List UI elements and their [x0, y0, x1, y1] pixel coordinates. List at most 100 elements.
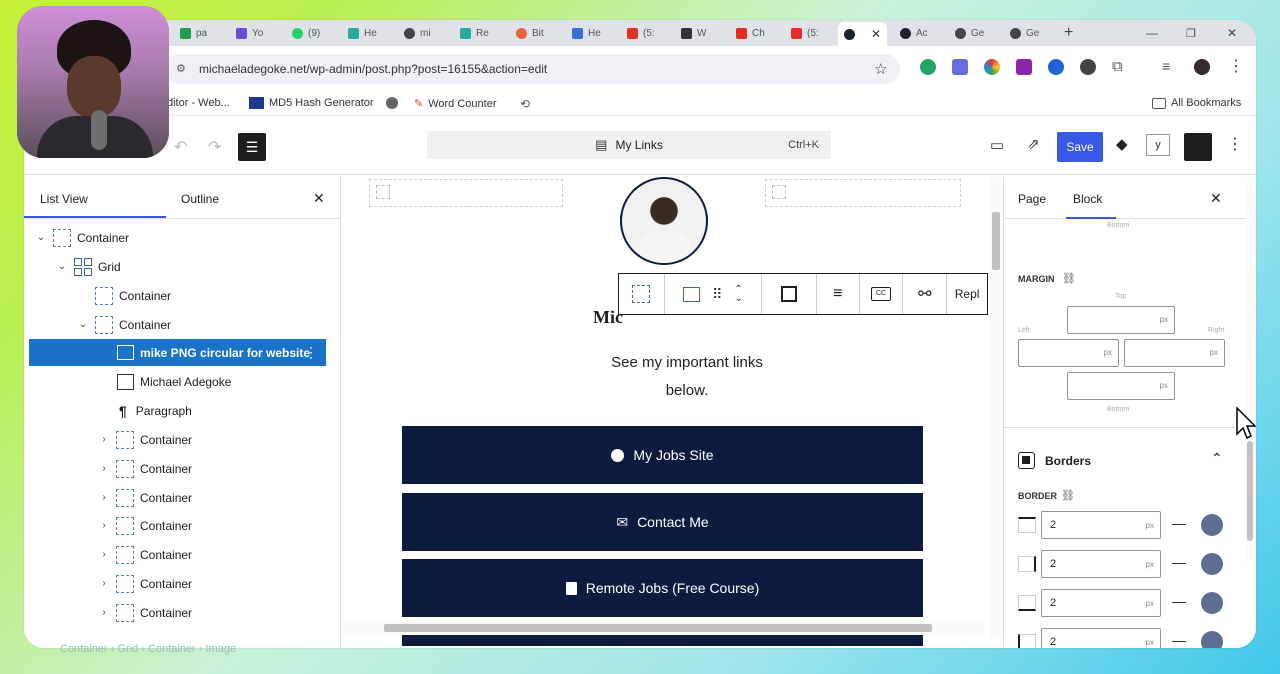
list-item[interactable]: Container [29, 282, 326, 309]
close-panel-icon[interactable]: ✕ [313, 190, 325, 207]
contact-me-button[interactable]: ✉ Contact Me [402, 493, 923, 551]
border-color-swatch[interactable] [1201, 514, 1223, 536]
tab-outline[interactable]: Outline [181, 192, 219, 206]
extension-blue-icon[interactable] [1048, 59, 1064, 75]
reading-list-icon[interactable]: ≡ [1162, 58, 1170, 74]
browser-tab[interactable]: Yo [236, 24, 263, 42]
tab-block[interactable]: Block [1073, 192, 1102, 206]
border-color-swatch[interactable] [1201, 592, 1223, 614]
browser-tab[interactable]: Ge [1010, 24, 1039, 42]
chevron-down-icon[interactable]: ⌄ [77, 319, 89, 330]
empty-container-placeholder[interactable] [369, 179, 563, 207]
caption-button[interactable]: CC [860, 274, 904, 314]
scroll-thumb[interactable] [992, 212, 1000, 270]
chevron-right-icon[interactable]: › [98, 578, 110, 589]
new-tab-icon[interactable]: + [1064, 24, 1073, 42]
save-button[interactable]: Save [1057, 132, 1103, 162]
chevron-down-icon[interactable]: ⌄ [56, 261, 68, 272]
scroll-thumb[interactable] [1247, 441, 1253, 541]
undo-icon[interactable]: ↶ [174, 137, 187, 157]
chevron-right-icon[interactable]: › [98, 492, 110, 503]
browser-tab[interactable]: Re [460, 24, 489, 42]
list-item[interactable]: › Container [29, 484, 326, 511]
restore-icon[interactable]: ❐ [1186, 24, 1196, 42]
list-item-selected[interactable]: mike PNG circular for website ⋮ [29, 339, 326, 366]
browser-tab[interactable]: He [348, 24, 377, 42]
item-options-icon[interactable]: ⋮ [304, 344, 318, 361]
intro-paragraph[interactable]: See my important links below. [542, 349, 832, 405]
chevron-right-icon[interactable]: › [98, 463, 110, 474]
browser-tab[interactable]: W [681, 24, 706, 42]
empty-container-placeholder[interactable] [765, 179, 961, 207]
browser-menu-icon[interactable]: ⋮ [1228, 56, 1244, 76]
browser-tab[interactable]: Bit [516, 24, 544, 42]
move-up-down-icon[interactable]: ⌃ ⌄ [734, 285, 742, 304]
extension-k-icon[interactable] [1080, 59, 1096, 75]
options-menu-icon[interactable]: ⋮ [1227, 134, 1243, 154]
settings-sidebar-icon[interactable] [1184, 133, 1212, 161]
list-item[interactable]: › Container [29, 512, 326, 539]
scroll-thumb[interactable] [384, 624, 932, 632]
browser-tab[interactable]: (5: [627, 24, 655, 42]
list-item[interactable]: ⌄ Container [29, 311, 326, 338]
replace-image-button[interactable] [762, 274, 817, 314]
browser-tab-active[interactable]: ✕ [838, 22, 888, 46]
color-picker-icon[interactable] [984, 59, 1000, 75]
list-item[interactable]: ⌄ Container [29, 224, 326, 251]
border-style-icon[interactable]: — [1170, 516, 1188, 533]
minimize-icon[interactable]: — [1146, 24, 1158, 42]
bookmark-item[interactable]: ditor - Web... [167, 97, 230, 109]
device-preview-icon[interactable]: ▭ [990, 136, 1004, 154]
list-item[interactable]: ¶ Paragraph [29, 397, 326, 424]
extension-s-icon[interactable] [1016, 59, 1032, 75]
border-left-width-input[interactable]: 2 px [1041, 628, 1161, 648]
omnibox[interactable]: ⚙ michaeladegoke.net/wp-admin/post.php?p… [164, 54, 900, 84]
list-item[interactable]: › Container [29, 541, 326, 568]
browser-tab[interactable]: He [572, 24, 601, 42]
browser-tab[interactable]: pa [180, 24, 207, 42]
chevron-right-icon[interactable]: › [98, 520, 110, 531]
bookmark-item[interactable]: ✎ Word Counter [414, 97, 497, 111]
margin-right-input[interactable]: px [1124, 339, 1225, 367]
horizontal-scrollbar[interactable] [344, 621, 984, 635]
close-window-icon[interactable]: ✕ [1227, 24, 1237, 42]
image-icon[interactable] [683, 286, 701, 302]
list-item[interactable]: › Container [29, 570, 326, 597]
tab-list-view[interactable]: List View [40, 192, 88, 206]
browser-tab[interactable]: Ac [900, 24, 928, 42]
close-settings-icon[interactable]: ✕ [1210, 190, 1222, 207]
bookmark-item[interactable]: MD5 Hash Generator [249, 97, 374, 109]
profile-avatar[interactable] [1194, 59, 1210, 75]
url-text[interactable]: michaeladegoke.net/wp-admin/post.php?pos… [199, 62, 547, 76]
chevron-right-icon[interactable]: › [98, 549, 110, 560]
tab-page[interactable]: Page [1018, 192, 1046, 206]
border-color-swatch[interactable] [1201, 631, 1223, 648]
margin-top-input[interactable]: px [1067, 306, 1175, 334]
profile-photo[interactable] [620, 177, 708, 265]
link-sides-icon[interactable]: ⛓ [1062, 272, 1076, 285]
border-style-icon[interactable]: — [1170, 555, 1188, 572]
list-item[interactable]: › Container [29, 455, 326, 482]
extensions-puzzle-icon[interactable]: ⧉ [1112, 58, 1123, 75]
view-post-icon[interactable]: ⇗ [1027, 135, 1040, 153]
list-item[interactable]: › Container [29, 599, 326, 626]
browser-tab[interactable]: (5: [791, 24, 819, 42]
borders-section-header[interactable]: Borders ⌃ [1018, 450, 1223, 471]
chevron-down-icon[interactable]: ⌄ [35, 232, 47, 243]
settings-scrollbar[interactable] [1246, 181, 1254, 561]
yoast-icon[interactable]: y [1146, 134, 1170, 156]
margin-left-input[interactable]: px [1018, 339, 1119, 367]
site-info-icon[interactable]: ⚙ [176, 62, 186, 75]
document-overview-icon[interactable]: ☰ [238, 133, 266, 161]
select-parent-button[interactable] [619, 274, 665, 314]
browser-tab[interactable]: Ch [736, 24, 765, 42]
close-tab-icon[interactable]: ✕ [871, 27, 881, 41]
my-jobs-site-button[interactable]: My Jobs Site [402, 426, 923, 484]
remote-jobs-button[interactable]: Remote Jobs (Free Course) [402, 559, 923, 617]
margin-bottom-input[interactable]: px [1067, 372, 1175, 400]
all-bookmarks[interactable]: All Bookmarks [1152, 97, 1241, 109]
browser-tab[interactable]: (9) [292, 24, 320, 42]
globe-bookmark[interactable] [386, 97, 398, 109]
drag-handle-icon[interactable]: ⠿ [712, 286, 722, 303]
list-item[interactable]: › Container [29, 426, 326, 453]
